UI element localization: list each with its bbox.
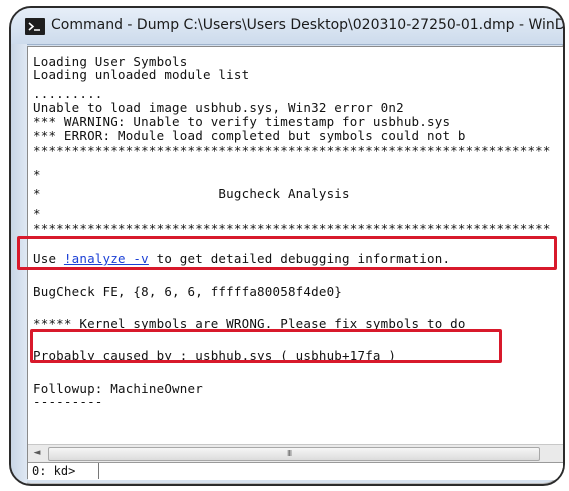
output-line: * (33, 206, 41, 221)
command-prompt-icon (25, 18, 45, 35)
output-line: * (33, 167, 41, 182)
scrollbar-thumb[interactable]: III (48, 447, 540, 461)
output-line: ......... (33, 86, 103, 101)
dash-separator-line: --------- (33, 394, 103, 409)
output-line: * Bugcheck Analysis (33, 186, 350, 201)
output-line: Loading unloaded module list (33, 67, 250, 82)
title-bar: Command - Dump C:\Users\Users Desktop\02… (11, 8, 563, 45)
output-line: ****************************************… (33, 221, 551, 236)
output-line: Unable to load image usbhub.sys, Win32 e… (33, 100, 404, 115)
bugcheck-line: BugCheck FE, {8, 6, 6, fffffa80058f4de0} (33, 284, 343, 299)
output-line: *** ERROR: Module load completed but sym… (33, 128, 466, 143)
output-line: ****************************************… (33, 143, 551, 158)
command-input[interactable] (98, 463, 563, 479)
kd-prompt: 0: kd> (32, 464, 76, 478)
scroll-left-arrow-icon[interactable]: ◄ (30, 447, 44, 460)
command-bar: 0: kd> (28, 462, 563, 480)
highlight-analyze-box (17, 236, 557, 270)
scrollbar-grip-icon: III (287, 449, 292, 458)
window-title: Command - Dump C:\Users\Users Desktop\02… (51, 17, 565, 33)
output-line: *** WARNING: Unable to verify timestamp … (33, 114, 451, 129)
horizontal-scrollbar[interactable]: ◄ III (28, 444, 563, 462)
highlight-cause-box (30, 329, 502, 363)
